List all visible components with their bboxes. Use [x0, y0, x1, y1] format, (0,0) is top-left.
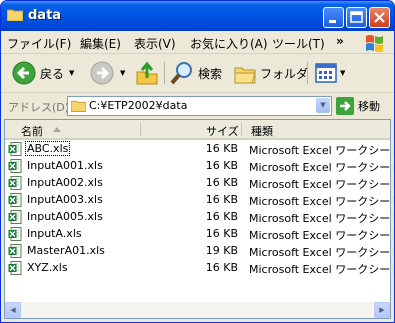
file-type: Microsoft Excel ワークシート — [249, 195, 395, 208]
go-arrow-icon — [336, 97, 354, 115]
toolbar-separator — [307, 62, 308, 84]
file-type: Microsoft Excel ワークシート — [249, 229, 395, 242]
file-list[interactable]: 名前 サイズ 種類 ABC.xls 16 KB Microsoft Excel ワー… — [4, 119, 394, 319]
excel-file-icon — [8, 244, 22, 258]
file-type: Microsoft Excel ワークシート — [249, 144, 395, 157]
toolbar: 戻る ▼ ▼ 検索 フォルダ ▼ — [1, 54, 394, 93]
address-bar: アドレス(D) C:¥ETP2002¥data ▼ 移動 — [1, 93, 394, 119]
views-button[interactable]: ▼ — [314, 59, 345, 87]
file-row[interactable]: InputA003.xls 16 KB Microsoft Excel ワークシート — [7, 192, 394, 209]
file-row[interactable]: InputA.xls 16 KB Microsoft Excel ワークシート — [7, 226, 394, 243]
file-name: InputA001.xls — [27, 159, 103, 172]
column-header: 名前 サイズ 種類 — [5, 120, 390, 140]
file-row[interactable]: InputA005.xls 16 KB Microsoft Excel ワークシート — [7, 209, 394, 226]
file-size: 19 KB — [205, 244, 238, 257]
file-row[interactable]: XYZ.xls 16 KB Microsoft Excel ワークシート — [7, 260, 394, 277]
file-size: 16 KB — [205, 210, 238, 223]
file-type: Microsoft Excel ワークシート — [249, 246, 395, 259]
up-folder-button[interactable] — [135, 59, 159, 87]
file-name: InputA.xls — [27, 227, 82, 240]
column-header-size[interactable]: サイズ — [206, 123, 239, 139]
file-name: ABC.xls — [24, 141, 71, 156]
address-input[interactable]: C:¥ETP2002¥data ▼ — [67, 96, 332, 116]
folder-icon — [71, 100, 86, 112]
menu-edit[interactable]: 編集(E) — [80, 35, 121, 52]
excel-file-icon — [8, 142, 22, 156]
column-divider[interactable] — [140, 123, 141, 136]
file-row[interactable]: InputA002.xls 16 KB Microsoft Excel ワークシート — [7, 175, 394, 192]
windows-logo-icon — [366, 35, 383, 52]
forward-arrow-icon — [90, 61, 114, 85]
search-button[interactable]: 検索 — [169, 59, 222, 87]
file-size: 16 KB — [205, 193, 238, 206]
close-icon — [374, 12, 385, 23]
menu-bar: ファイル(F) 編集(E) 表示(V) お気に入り(A) ツール(T) » — [1, 31, 394, 54]
address-label: アドレス(D) — [8, 101, 70, 114]
file-row[interactable]: MasterA01.xls 19 KB Microsoft Excel ワークシート — [7, 243, 394, 260]
back-arrow-icon — [12, 61, 36, 85]
file-size: 16 KB — [205, 142, 238, 155]
search-label: 検索 — [198, 66, 223, 81]
menu-overflow-chevron[interactable]: » — [336, 34, 344, 48]
file-row[interactable]: InputA001.xls 16 KB Microsoft Excel ワークシート — [7, 158, 394, 175]
address-dropdown-button[interactable]: ▼ — [316, 98, 330, 113]
close-button[interactable] — [369, 7, 390, 28]
toolbar-separator — [164, 62, 165, 84]
file-name: MasterA01.xls — [27, 244, 105, 257]
title-bar[interactable]: data — [1, 1, 394, 31]
maximize-icon — [350, 11, 363, 23]
explorer-window: data ファイル(F) 編集(E) 表示(V) お気に入り(A) ツール(T)… — [0, 0, 395, 323]
forward-dropdown-icon[interactable]: ▼ — [120, 69, 125, 77]
file-type: Microsoft Excel ワークシート — [249, 178, 395, 191]
file-type: Microsoft Excel ワークシート — [249, 212, 395, 225]
excel-file-icon — [8, 210, 22, 224]
folders-button[interactable]: フォルダ — [233, 59, 308, 87]
file-name: InputA003.xls — [27, 193, 103, 206]
menu-favorites[interactable]: お気に入り(A) — [190, 35, 268, 52]
views-dropdown-icon[interactable]: ▼ — [340, 69, 345, 77]
excel-file-icon — [8, 193, 22, 207]
up-folder-icon — [136, 61, 158, 85]
file-size: 16 KB — [205, 159, 238, 172]
go-button[interactable]: 移動 — [336, 97, 380, 115]
column-header-name[interactable]: 名前 — [21, 123, 43, 139]
file-type: Microsoft Excel ワークシート — [249, 161, 395, 174]
file-name: InputA005.xls — [27, 210, 103, 223]
menu-file[interactable]: ファイル(F) — [7, 35, 71, 52]
file-type: Microsoft Excel ワークシート — [249, 263, 395, 276]
excel-file-icon — [8, 261, 22, 275]
menu-tools[interactable]: ツール(T) — [272, 35, 325, 52]
menu-view[interactable]: 表示(V) — [134, 35, 176, 52]
window-title: data — [28, 8, 62, 23]
file-size: 16 KB — [205, 261, 238, 274]
maximize-button[interactable] — [346, 7, 367, 28]
go-label: 移動 — [358, 100, 380, 113]
views-icon — [315, 63, 337, 83]
folders-icon — [234, 67, 256, 84]
file-name: XYZ.xls — [27, 261, 68, 274]
column-header-type[interactable]: 種類 — [251, 123, 273, 139]
sort-ascending-icon — [53, 127, 61, 132]
folder-icon — [7, 9, 23, 21]
file-name: InputA002.xls — [27, 176, 103, 189]
scroll-left-button[interactable]: ◀ — [5, 302, 21, 318]
back-button[interactable]: 戻る ▼ — [11, 59, 74, 87]
folders-label: フォルダ — [260, 66, 309, 81]
minimize-icon — [329, 20, 336, 23]
excel-file-icon — [8, 159, 22, 173]
scroll-right-button[interactable]: ▶ — [374, 302, 390, 318]
column-divider[interactable] — [241, 123, 242, 136]
minimize-button[interactable] — [323, 7, 344, 28]
back-dropdown-icon[interactable]: ▼ — [69, 69, 74, 77]
horizontal-scrollbar[interactable]: ◀ ▶ — [5, 302, 390, 318]
back-label: 戻る — [40, 66, 65, 81]
search-icon — [170, 62, 192, 85]
forward-button[interactable]: ▼ — [89, 59, 125, 87]
excel-file-icon — [8, 227, 22, 241]
file-row[interactable]: ABC.xls 16 KB Microsoft Excel ワークシート — [7, 141, 394, 158]
file-size: 16 KB — [205, 227, 238, 240]
excel-file-icon — [8, 176, 22, 190]
file-size: 16 KB — [205, 176, 238, 189]
address-value: C:¥ETP2002¥data — [89, 99, 188, 112]
